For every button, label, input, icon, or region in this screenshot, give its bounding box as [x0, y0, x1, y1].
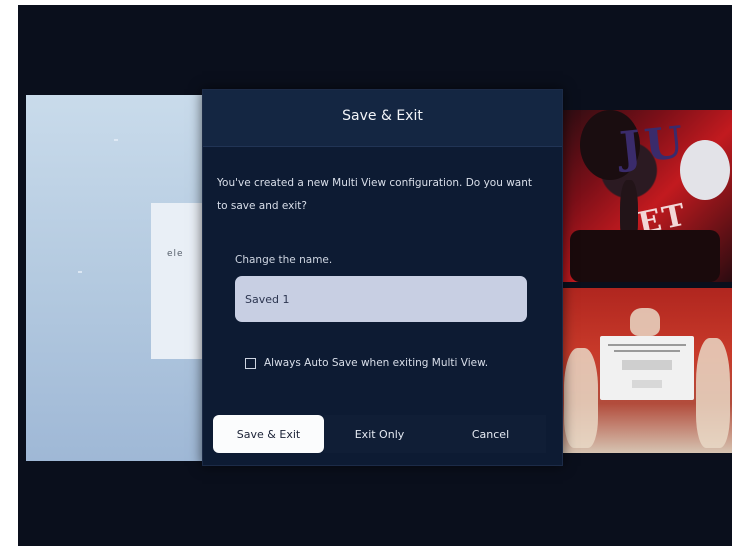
preview-card-text: ele	[167, 249, 184, 259]
exit-only-button[interactable]: Exit Only	[324, 415, 435, 453]
dialog-header: Save & Exit	[203, 90, 562, 147]
cancel-button[interactable]: Cancel	[435, 415, 546, 453]
name-input[interactable]	[235, 276, 527, 322]
right-top-preview-tile[interactable]: JU ET	[560, 110, 732, 282]
dialog-message: You've created a new Multi View configur…	[217, 177, 532, 212]
decor-dot	[78, 271, 82, 273]
performer-silhouette	[564, 348, 598, 448]
popup-line	[614, 350, 680, 352]
dialog-title: Save & Exit	[342, 108, 423, 124]
embedded-popup	[600, 336, 694, 400]
performer-silhouette	[630, 308, 660, 336]
auto-save-label: Always Auto Save when exiting Multi View…	[264, 357, 489, 369]
right-bottom-preview-tile[interactable]	[560, 288, 732, 453]
decor-dot	[114, 139, 118, 141]
performer-silhouette	[696, 338, 730, 448]
popup-button	[632, 380, 662, 388]
popup-line	[608, 344, 686, 346]
auto-save-option[interactable]: Always Auto Save when exiting Multi View…	[245, 357, 488, 369]
name-field-label: Change the name.	[235, 254, 333, 266]
auto-save-checkbox[interactable]	[245, 357, 256, 369]
popup-block	[622, 360, 672, 370]
left-preview-tile[interactable]: ele	[26, 95, 226, 461]
stage-floor	[570, 230, 720, 282]
tile-graphic-text: JU	[617, 116, 690, 175]
tv-screen: ele JU ET Save & Exit You've created a n…	[18, 5, 732, 546]
save-exit-button[interactable]: Save & Exit	[213, 415, 324, 453]
dialog-button-row: Save & Exit Exit Only Cancel	[213, 415, 546, 453]
save-exit-dialog: Save & Exit You've created a new Multi V…	[202, 89, 563, 466]
